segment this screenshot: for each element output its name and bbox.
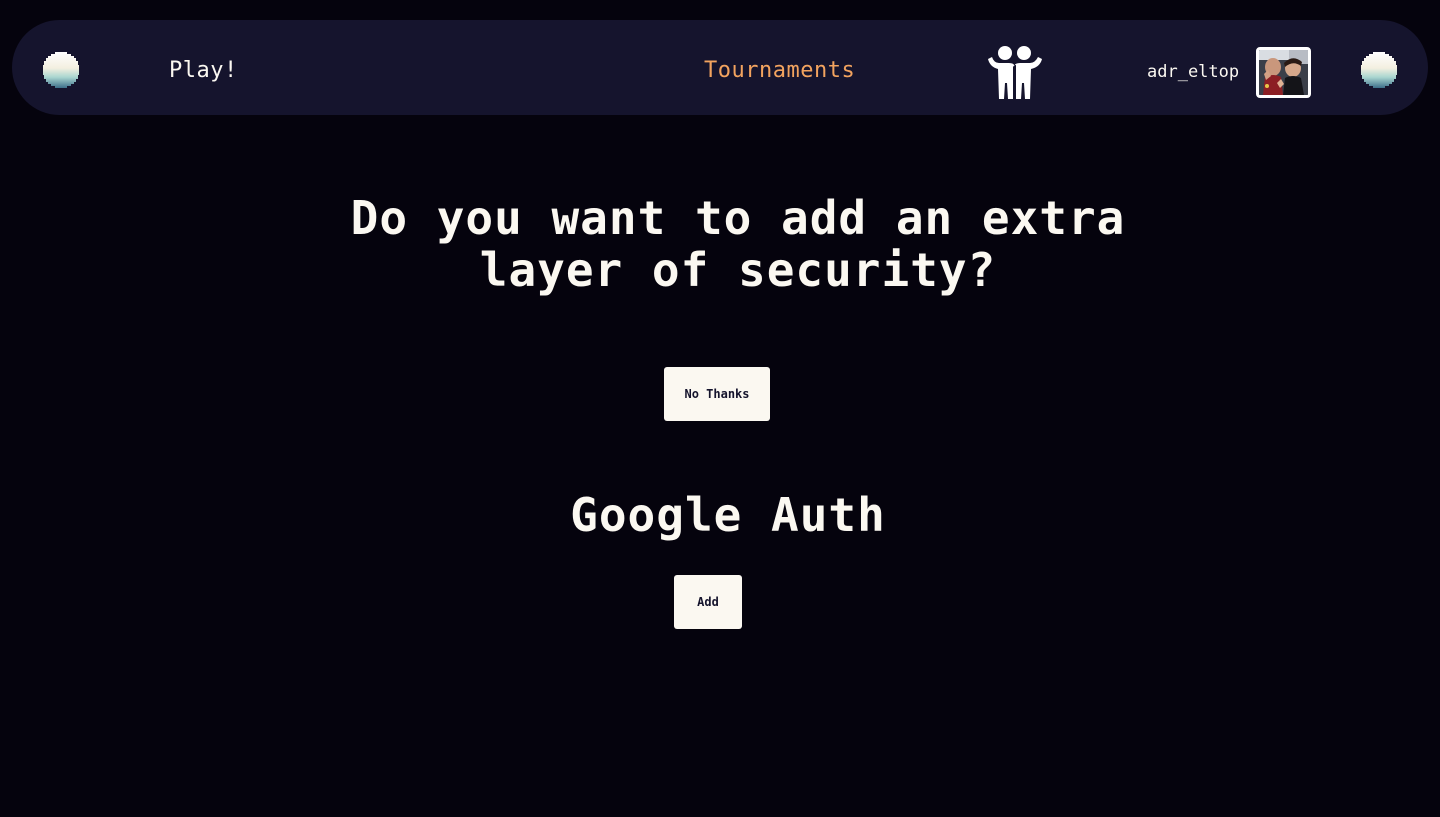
- nav-play-link[interactable]: Play!: [169, 58, 238, 84]
- no-thanks-button[interactable]: No Thanks: [664, 367, 770, 421]
- add-google-auth-button[interactable]: Add: [674, 575, 742, 629]
- top-navbar: Play! Tournaments adr_eltop: [12, 20, 1428, 115]
- moon-icon[interactable]: [43, 52, 79, 88]
- google-auth-title: Google Auth: [570, 488, 886, 542]
- username-label: adr_eltop: [1147, 62, 1240, 82]
- nav-tournaments-link[interactable]: Tournaments: [704, 58, 855, 84]
- moon-icon[interactable]: [1361, 52, 1397, 88]
- avatar[interactable]: [1256, 47, 1311, 98]
- security-prompt-title: Do you want to add an extra layer of sec…: [350, 191, 1126, 297]
- friends-icon[interactable]: [986, 45, 1044, 100]
- avatar-photo: [1259, 50, 1308, 95]
